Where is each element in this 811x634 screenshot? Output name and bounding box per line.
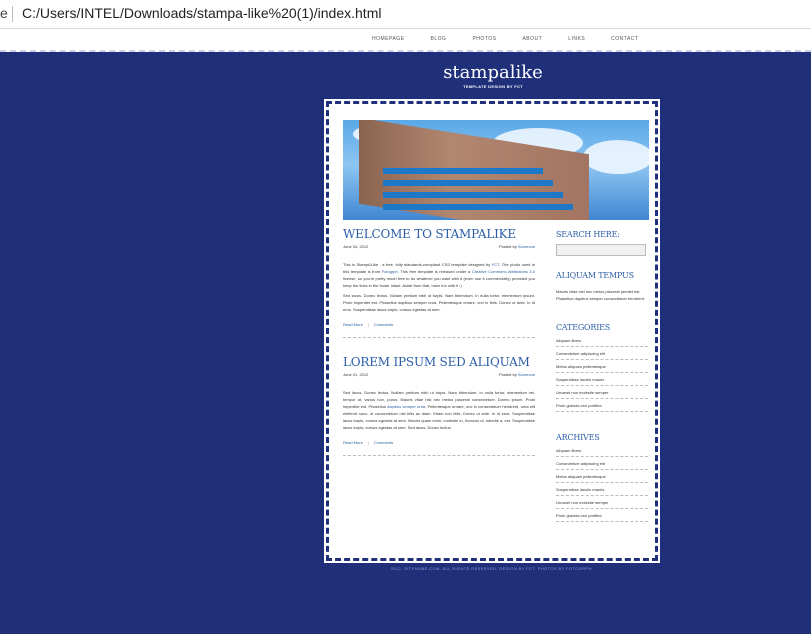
post-date: June 04, 2012 — [343, 244, 369, 249]
post-meta: June 04, 2012 Posted by Someone — [343, 244, 535, 249]
archive-link[interactable]: Consectetuer adipiscing elit — [556, 457, 648, 470]
post-title[interactable]: WELCOME TO STAMPALIKE — [343, 226, 535, 242]
edge-char: e — [0, 5, 8, 21]
nav-photos[interactable]: PHOTOS — [472, 29, 496, 50]
post-meta: June 01, 2012 Posted by Someone — [343, 372, 535, 377]
category-link[interactable]: Aliquam libero — [556, 334, 648, 347]
post-links: Read More | Comments — [343, 322, 535, 338]
about-text: Mauris vitae nisl nec metus placerat per… — [556, 289, 645, 301]
category-link[interactable]: Urnanet non molestie semper — [556, 386, 648, 399]
site-brand: stampalike TEMPLATE DESIGN BY FCT — [425, 62, 561, 90]
post-byline: Posted by Someone — [499, 372, 535, 377]
main-column: WELCOME TO STAMPALIKE June 04, 2012 Post… — [343, 226, 535, 456]
posted-by-label: Posted by — [498, 244, 517, 249]
archives-section: ARCHIVES Aliquam libero Consectetuer adi… — [556, 432, 648, 522]
post-links: Read More | Comments — [343, 440, 535, 456]
nav-links[interactable]: LINKS — [568, 29, 585, 50]
categories-section: CATEGORIES Aliquam libero Consectetuer a… — [556, 322, 648, 412]
comments-link[interactable]: Comments — [374, 322, 393, 327]
nav-contact[interactable]: CONTACT — [611, 29, 638, 50]
inline-link[interactable]: dapibus semper urna — [387, 404, 425, 409]
category-link[interactable]: Metus aliquam pellentesque — [556, 360, 648, 373]
main-nav: HOMEPAGE BLOG PHOTOS ABOUT LINKS CONTACT — [372, 29, 664, 50]
post-text: license, so you're pretty much free to d… — [343, 276, 535, 288]
post-paragraph: Sed lacus. Donec lectus. Nullam pretium … — [343, 389, 535, 431]
post-text: This is StampALike , a free, fully stand… — [343, 262, 492, 267]
post-paragraph: This is StampALike , a free, fully stand… — [343, 261, 535, 289]
site-title[interactable]: stampalike — [425, 62, 561, 84]
address-bar[interactable]: e C:/Users/INTEL/Downloads/stampa-like%2… — [0, 0, 811, 29]
category-link[interactable]: Suspendisse iaculis mauris — [556, 373, 648, 386]
site-tagline: TEMPLATE DESIGN BY FCT — [463, 84, 523, 89]
about-section: ALIQUAM TEMPUS Mauris vitae nisl nec met… — [556, 270, 648, 302]
divider — [12, 6, 13, 22]
archive-link[interactable]: Suspendisse iaculis mauris — [556, 483, 648, 496]
search-heading: SEARCH HERE: — [556, 230, 620, 239]
archive-link[interactable]: Aliquam libero — [556, 444, 648, 457]
category-link[interactable]: Proin gravida orci porttitor — [556, 399, 648, 412]
archive-link[interactable]: Urnanet non molestie semper — [556, 496, 648, 509]
nav-blog[interactable]: BLOG — [431, 29, 447, 50]
content-card: WELCOME TO STAMPALIKE June 04, 2012 Post… — [324, 99, 660, 563]
archives-heading: ARCHIVES — [556, 433, 600, 442]
footer-text: 2012. SITENAME.COM. ALL RIGHTS RESERVED.… — [390, 566, 594, 571]
nav-about[interactable]: ABOUT — [522, 29, 542, 50]
post-byline: Posted by Someone — [499, 244, 535, 249]
hero-image — [343, 120, 649, 220]
author-link[interactable]: Someone — [518, 372, 535, 377]
post: WELCOME TO STAMPALIKE June 04, 2012 Post… — [343, 226, 535, 338]
archive-link[interactable]: Proin gravida orci porttitor — [556, 509, 648, 522]
inline-link[interactable]: Fotogrph — [382, 269, 398, 274]
url-text[interactable]: C:/Users/INTEL/Downloads/stampa-like%20(… — [22, 5, 381, 21]
separator: | — [367, 440, 369, 445]
post-title[interactable]: LOREM IPSUM SED ALIQUAM — [343, 354, 535, 370]
post-date: June 01, 2012 — [343, 372, 369, 377]
inline-link[interactable]: Creative Commons Attributions 3.0 — [472, 269, 535, 274]
read-more-link[interactable]: Read More — [343, 322, 363, 327]
read-more-link[interactable]: Read More — [343, 440, 363, 445]
category-link[interactable]: Consectetuer adipiscing elit — [556, 347, 648, 360]
categories-heading: CATEGORIES — [556, 323, 611, 332]
comments-link[interactable]: Comments — [374, 440, 393, 445]
author-link[interactable]: Someone — [518, 244, 535, 249]
separator: | — [367, 322, 369, 327]
post-paragraph: Sed lacus. Donec lectus. Nullam pretium … — [343, 293, 535, 312]
post: LOREM IPSUM SED ALIQUAM June 01, 2012 Po… — [343, 354, 535, 456]
search-input[interactable] — [556, 244, 646, 256]
post-text: . This free template is released under a — [397, 269, 472, 274]
archive-link[interactable]: Metus aliquam pellentesque — [556, 470, 648, 483]
top-nav-bar: HOMEPAGE BLOG PHOTOS ABOUT LINKS CONTACT — [0, 29, 811, 52]
sidebar: SEARCH HERE: ALIQUAM TEMPUS Mauris vitae… — [556, 229, 648, 522]
about-heading: ALIQUAM TEMPUS — [556, 271, 634, 280]
nav-homepage[interactable]: HOMEPAGE — [372, 29, 405, 50]
posted-by-label: Posted by — [498, 372, 517, 377]
